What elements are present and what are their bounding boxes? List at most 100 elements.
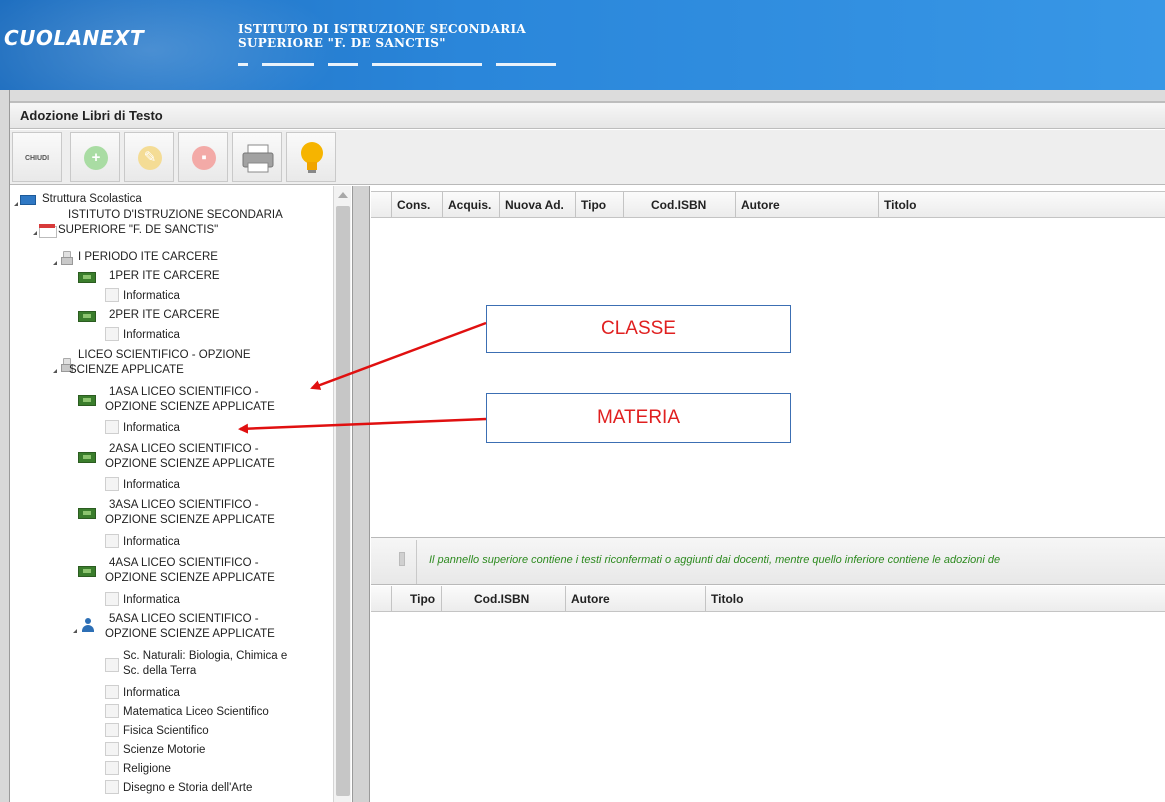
panel-splitter[interactable] — [352, 186, 370, 802]
tree-node-class[interactable]: 5ASA LICEO SCIENTIFICO - — [109, 612, 259, 626]
tree-node-subject[interactable]: Religione — [123, 762, 171, 776]
school-icon — [39, 224, 57, 238]
tree-node-root[interactable]: Struttura Scolastica — [42, 192, 142, 206]
person-icon — [81, 618, 95, 632]
column-header-isbn[interactable]: Cod.ISBN — [623, 192, 735, 218]
annotation-materia: MATERIA — [486, 393, 791, 443]
window-frame-left — [0, 90, 10, 802]
close-button-label: CHIUDI — [24, 155, 50, 162]
help-button[interactable] — [286, 132, 336, 182]
adoptions-grid-header: Tipo Cod.ISBN Autore Titolo — [371, 586, 1165, 612]
period-icon — [60, 251, 73, 265]
column-header-autore[interactable]: Autore — [565, 586, 705, 612]
school-name: ISTITUTO DI ISTRUZIONE SECONDARIA SUPERI… — [238, 22, 526, 50]
school-name-line2: SUPERIORE "F. DE SANCTIS" — [238, 36, 446, 50]
tree-node-subject[interactable]: Informatica — [123, 535, 180, 549]
subject-icon — [105, 327, 119, 341]
column-header-tipo[interactable]: Tipo — [575, 192, 623, 218]
tree-expander[interactable] — [14, 202, 18, 206]
tree-node-class-line2[interactable]: OPZIONE SCIENZE APPLICATE — [105, 571, 275, 585]
subject-icon — [105, 658, 119, 672]
tree-node-subject[interactable]: Informatica — [123, 686, 180, 700]
adopted-books-grid-header: Cons. Acquis. Nuova Ad. Tipo Cod.ISBN Au… — [371, 191, 1165, 218]
school-structure-icon — [20, 195, 36, 205]
tree-node-subject[interactable]: Informatica — [123, 421, 180, 435]
class-icon — [78, 566, 96, 577]
tree-node-institute-line2[interactable]: SUPERIORE "F. DE SANCTIS" — [58, 223, 218, 237]
add-icon: + — [84, 146, 108, 170]
print-button[interactable] — [232, 132, 282, 182]
column-header-tipo[interactable]: Tipo — [391, 586, 441, 612]
class-icon — [78, 395, 96, 406]
scroll-up-icon[interactable] — [338, 192, 348, 198]
tree-node-subject[interactable]: Scienze Motorie — [123, 743, 205, 757]
edit-icon: ✎ — [138, 146, 162, 170]
column-header-titolo[interactable]: Titolo — [878, 192, 1165, 218]
scrollbar-thumb[interactable] — [336, 206, 350, 796]
tree-node-class[interactable]: 1PER ITE CARCERE — [109, 269, 220, 283]
tree-node-subject-line2[interactable]: Sc. della Terra — [123, 664, 196, 678]
tree-node-subject[interactable]: Informatica — [123, 478, 180, 492]
tree-node-period-line2[interactable]: SCIENZE APPLICATE — [69, 363, 184, 377]
tree-node-subject[interactable]: Disegno e Storia dell'Arte — [123, 781, 252, 795]
tree-expander[interactable] — [53, 261, 57, 265]
tree-expander[interactable] — [73, 629, 77, 633]
add-button[interactable]: + — [70, 132, 120, 182]
subject-icon — [105, 685, 119, 699]
school-structure-tree: Struttura Scolastica ISTITUTO D'ISTRUZIO… — [10, 186, 370, 802]
tree-expander[interactable] — [33, 231, 37, 235]
subject-icon — [105, 704, 119, 718]
subject-icon — [105, 723, 119, 737]
subject-icon — [105, 477, 119, 491]
app-logo: CUOLANEXT — [4, 26, 145, 50]
tree-node-class[interactable]: 2PER ITE CARCERE — [109, 308, 220, 322]
subject-icon — [105, 761, 119, 775]
printer-icon — [242, 144, 274, 173]
tree-node-subject[interactable]: Matematica Liceo Scientifico — [123, 705, 269, 719]
subject-icon — [105, 592, 119, 606]
tree-node-class-line2[interactable]: OPZIONE SCIENZE APPLICATE — [105, 400, 275, 414]
tree-node-class[interactable]: 2ASA LICEO SCIENTIFICO - — [109, 442, 259, 456]
column-header-nuova-ad[interactable]: Nuova Ad. — [499, 192, 575, 218]
delete-icon: ▪ — [192, 146, 216, 170]
column-header-isbn[interactable]: Cod.ISBN — [441, 586, 565, 612]
column-header-cons[interactable]: Cons. — [391, 192, 442, 218]
window-title: Adozione Libri di Testo — [20, 108, 163, 123]
column-header-titolo[interactable]: Titolo — [705, 586, 1165, 612]
class-icon — [78, 508, 96, 519]
class-icon — [78, 311, 96, 322]
toolbar: CHIUDI + ✎ ▪ — [10, 130, 1165, 185]
tree-node-institute[interactable]: ISTITUTO D'ISTRUZIONE SECONDARIA — [68, 208, 283, 222]
subject-icon — [105, 288, 119, 302]
tree-node-period[interactable]: I PERIODO ITE CARCERE — [78, 250, 218, 264]
pin-icon[interactable] — [394, 552, 408, 570]
tree-node-subject[interactable]: Informatica — [123, 328, 180, 342]
tree-node-class-line2[interactable]: OPZIONE SCIENZE APPLICATE — [105, 457, 275, 471]
tree-node-period[interactable]: LICEO SCIENTIFICO - OPZIONE — [78, 348, 251, 362]
close-button[interactable]: CHIUDI — [12, 132, 62, 182]
window-frame-top — [0, 90, 1165, 102]
class-icon — [78, 272, 96, 283]
class-icon — [78, 452, 96, 463]
column-header-acquis[interactable]: Acquis. — [442, 192, 499, 218]
tree-node-class[interactable]: 1ASA LICEO SCIENTIFICO - — [109, 385, 259, 399]
tree-scrollbar[interactable] — [333, 186, 351, 802]
tree-node-class[interactable]: 4ASA LICEO SCIENTIFICO - — [109, 556, 259, 570]
edit-button[interactable]: ✎ — [124, 132, 174, 182]
lightbulb-icon — [301, 142, 323, 173]
annotation-classe: CLASSE — [486, 305, 791, 353]
school-name-line1: ISTITUTO DI ISTRUZIONE SECONDARIA — [238, 22, 527, 36]
tree-node-class-line2[interactable]: OPZIONE SCIENZE APPLICATE — [105, 627, 275, 641]
tree-node-class[interactable]: 3ASA LICEO SCIENTIFICO - — [109, 498, 259, 512]
tree-expander[interactable] — [53, 369, 57, 373]
tree-node-subject[interactable]: Fisica Scientifico — [123, 724, 209, 738]
info-message: Il pannello superiore contiene i testi r… — [429, 554, 1001, 566]
tree-node-subject[interactable]: Informatica — [123, 593, 180, 607]
column-header-autore[interactable]: Autore — [735, 192, 878, 218]
tree-node-class-line2[interactable]: OPZIONE SCIENZE APPLICATE — [105, 513, 275, 527]
tree-node-subject[interactable]: Sc. Naturali: Biologia, Chimica e — [123, 649, 287, 663]
tree-node-subject[interactable]: Informatica — [123, 289, 180, 303]
banner-cut-text — [238, 63, 588, 68]
delete-button[interactable]: ▪ — [178, 132, 228, 182]
info-bar: Il pannello superiore contiene i testi r… — [371, 537, 1165, 585]
